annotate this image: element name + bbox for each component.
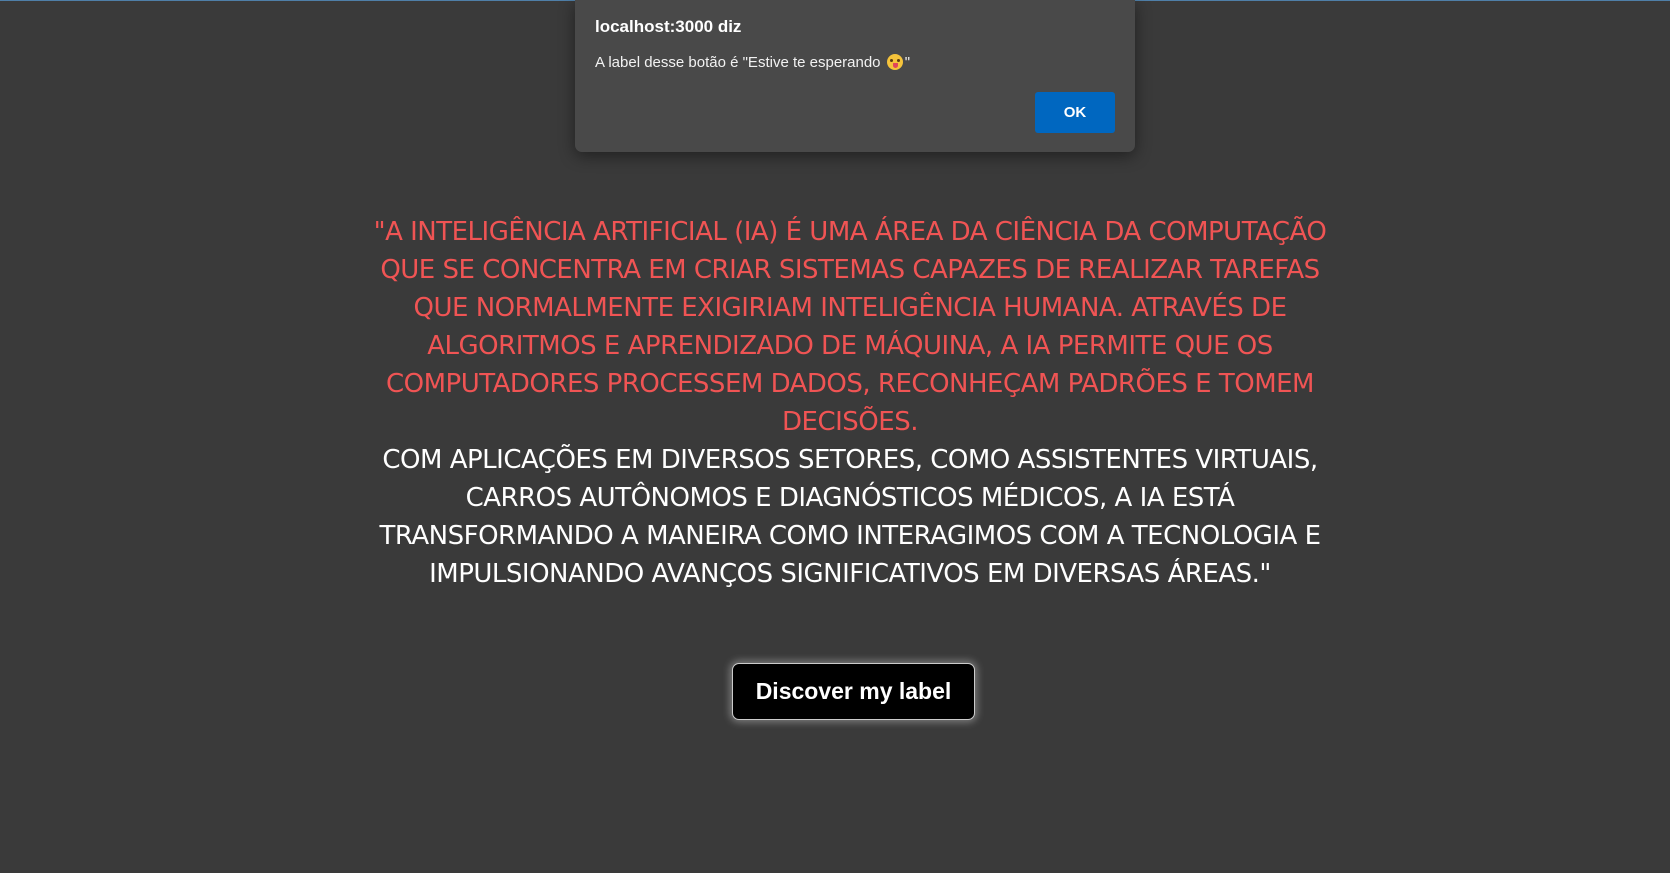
dialog-title: localhost:3000 diz [595, 17, 742, 36]
ok-button[interactable]: OK [1035, 92, 1115, 133]
dialog-message-closing-quote: " [904, 54, 911, 71]
quote-white-paragraph: Com aplicações em diversos setores, como… [379, 445, 1321, 589]
dialog-message-text: A label desse botão é "Estive te esperan… [595, 54, 885, 71]
alert-dialog: localhost:3000 diz A label desse botão é… [575, 0, 1135, 152]
discover-label-button[interactable]: Discover my label [732, 663, 975, 720]
quote-red-paragraph: "A inteligência artificial (IA) é uma ár… [373, 217, 1327, 437]
dialog-message: A label desse botão é "Estive te esperan… [595, 54, 910, 71]
face-with-tongue-icon [886, 54, 903, 70]
ai-quote: "A inteligência artificial (IA) é uma ár… [370, 213, 1330, 593]
